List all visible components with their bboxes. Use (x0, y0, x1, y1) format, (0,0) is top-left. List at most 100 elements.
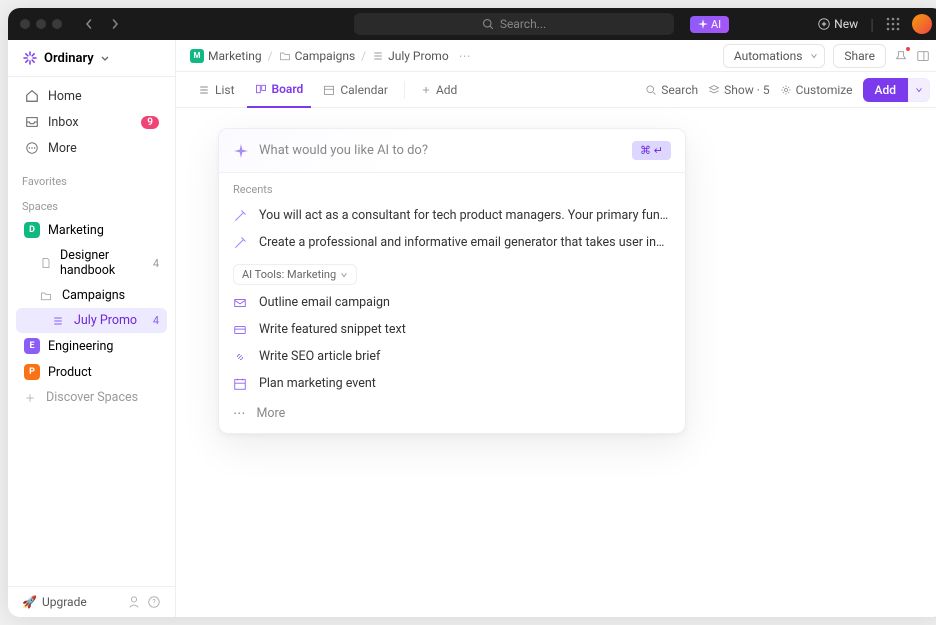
recent-prompt-text: Create a professional and informative em… (259, 235, 671, 250)
user-icon[interactable] (127, 595, 141, 609)
space-product[interactable]: P Product (16, 359, 167, 385)
user-avatar[interactable] (912, 14, 932, 34)
plus-circle-icon (818, 18, 830, 30)
breadcrumb-more-icon[interactable]: ⋯ (459, 49, 471, 63)
workspace-name: Ordinary (44, 51, 94, 66)
wand-icon (233, 236, 249, 250)
automations-dropdown[interactable] (804, 44, 825, 68)
ai-tool-item[interactable]: Plan marketing event (219, 370, 685, 397)
global-search-input[interactable]: Search... (354, 13, 674, 35)
nav-inbox[interactable]: Inbox 9 (16, 109, 167, 135)
layers-icon (708, 84, 720, 96)
view-label: List (215, 83, 235, 97)
breadcrumb-july-promo[interactable]: July Promo (372, 49, 449, 63)
inbox-badge: 9 (141, 116, 159, 129)
recents-section-label: Recents (219, 173, 685, 202)
discover-spaces[interactable]: Discover Spaces (16, 385, 167, 410)
workspace-logo-icon (22, 50, 38, 66)
plus-icon (24, 392, 38, 404)
space-engineering[interactable]: E Engineering (16, 333, 167, 359)
share-button[interactable]: Share (833, 44, 886, 68)
breadcrumb-separator: / (361, 49, 366, 63)
chevron-down-icon (100, 53, 110, 63)
action-label: Customize (796, 83, 853, 97)
home-icon (24, 88, 40, 104)
add-task-button[interactable]: Add (863, 78, 908, 102)
add-view-button[interactable]: Add (413, 72, 465, 108)
breadcrumb-separator: / (268, 49, 273, 63)
list-icon (198, 84, 210, 96)
ai-tool-item[interactable]: Outline email campaign (219, 289, 685, 316)
upgrade-label: Upgrade (42, 595, 87, 609)
ai-button[interactable]: AI (690, 16, 729, 33)
breadcrumb-label: July Promo (388, 49, 449, 63)
space-color-icon: E (24, 338, 40, 354)
automations-button[interactable]: Automations (723, 44, 814, 68)
action-label: Search (661, 83, 698, 97)
sidebar-item-designer-handbook[interactable]: Designer handbook 4 (16, 243, 167, 283)
ai-input-row[interactable]: What would you like AI to do? ⌘ ↵ (219, 129, 685, 173)
more-label: More (257, 406, 286, 421)
breadcrumb-marketing[interactable]: M Marketing (190, 49, 262, 63)
notifications-icon[interactable] (894, 49, 908, 63)
sidebar-item-campaigns[interactable]: Campaigns (16, 283, 167, 308)
tool-label: Write SEO article brief (259, 349, 380, 364)
more-tools-button[interactable]: ⋯ More (219, 397, 685, 433)
view-list-tab[interactable]: List (190, 72, 243, 108)
ai-tool-item[interactable]: Write featured snippet text (219, 316, 685, 343)
view-calendar-tab[interactable]: Calendar (315, 72, 396, 108)
space-label: July Promo (74, 313, 137, 328)
show-action[interactable]: Show · 5 (708, 83, 769, 97)
close-window-icon[interactable] (20, 19, 30, 29)
space-label: Engineering (48, 339, 113, 354)
recent-prompt-item[interactable]: Create a professional and informative em… (219, 229, 685, 256)
dots-icon: ⋯ (233, 405, 247, 421)
search-placeholder: Search... (500, 17, 546, 31)
views-right-actions: Search Show · 5 Customize Add (645, 78, 930, 102)
search-icon (482, 18, 494, 30)
breadcrumb-campaigns[interactable]: Campaigns (279, 49, 356, 63)
ai-tool-item[interactable]: Write SEO article brief (219, 343, 685, 370)
add-task-dropdown[interactable] (908, 78, 930, 102)
space-label: Product (48, 365, 92, 380)
view-board-tab[interactable]: Board (247, 72, 312, 108)
nav-more[interactable]: More (16, 135, 167, 161)
upgrade-button[interactable]: 🚀 Upgrade (22, 595, 121, 609)
new-button[interactable]: New (818, 17, 858, 31)
maximize-window-icon[interactable] (52, 19, 62, 29)
recent-prompt-item[interactable]: You will act as a consultant for tech pr… (219, 202, 685, 229)
count-badge: 4 (153, 314, 159, 327)
nav-home[interactable]: Home (16, 83, 167, 109)
space-label: Marketing (48, 223, 104, 238)
nav-arrows (78, 17, 126, 31)
nav-back-button[interactable] (78, 17, 100, 31)
sidebar-item-july-promo[interactable]: July Promo 4 (16, 308, 167, 333)
card-icon (233, 323, 249, 337)
apps-grid-icon[interactable] (886, 17, 900, 31)
spaces-section-label: Spaces (8, 192, 175, 217)
count-badge: 4 (153, 257, 159, 270)
customize-action[interactable]: Customize (780, 83, 853, 97)
sidebar-toggle-icon[interactable] (916, 49, 930, 63)
rocket-icon: 🚀 (22, 595, 37, 609)
ai-tools-selector[interactable]: AI Tools: Marketing (233, 264, 357, 285)
help-icon[interactable]: ? (147, 595, 161, 609)
sidebar-primary-nav: Home Inbox 9 More (8, 77, 175, 167)
search-action[interactable]: Search (645, 83, 698, 97)
app-window: Search... AI New | Ordinary (8, 8, 936, 617)
settings-icon (780, 84, 792, 96)
wand-icon (233, 209, 249, 223)
inbox-icon (24, 114, 40, 130)
space-marketing[interactable]: D Marketing (16, 217, 167, 243)
sparkle-icon (233, 143, 249, 159)
minimize-window-icon[interactable] (36, 19, 46, 29)
recent-prompt-text: You will act as a consultant for tech pr… (259, 208, 671, 223)
workspace-switcher[interactable]: Ordinary (8, 40, 175, 77)
tool-label: Plan marketing event (259, 376, 376, 391)
view-label: Board (272, 82, 304, 96)
nav-forward-button[interactable] (104, 17, 126, 31)
sidebar-footer: 🚀 Upgrade ? (8, 586, 175, 617)
space-color-icon: D (24, 222, 40, 238)
main: Ordinary Home Inbox 9 More Favorite (8, 40, 936, 617)
sidebar: Ordinary Home Inbox 9 More Favorite (8, 40, 176, 617)
